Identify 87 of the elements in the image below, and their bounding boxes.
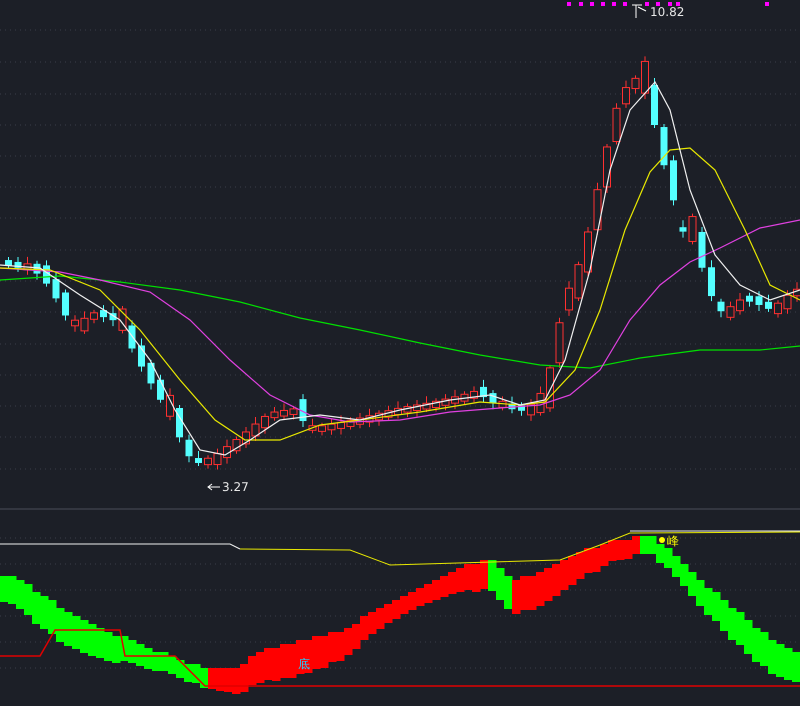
candlestick xyxy=(223,439,231,464)
candlestick xyxy=(356,412,364,429)
candlestick xyxy=(384,405,392,421)
candlestick xyxy=(252,416,260,442)
candlestick xyxy=(612,102,620,146)
candlestick xyxy=(214,448,222,470)
candlestick xyxy=(632,74,640,94)
candlestick xyxy=(110,306,116,327)
candlestick xyxy=(270,406,278,422)
candlestick xyxy=(718,298,724,318)
candlestick xyxy=(698,226,706,272)
candlestick xyxy=(5,256,12,270)
candlestick xyxy=(584,226,592,276)
candlestick xyxy=(527,398,535,422)
candlestick xyxy=(186,434,192,463)
candlestick xyxy=(651,78,658,128)
low-marker-arrow-icon xyxy=(207,484,220,490)
candlestick xyxy=(232,436,240,454)
candlestick xyxy=(413,399,421,418)
candlestick xyxy=(80,310,88,334)
bottom-label: 底 xyxy=(298,657,310,671)
candlestick xyxy=(346,416,354,430)
candlestick xyxy=(518,402,525,416)
candlestick xyxy=(157,374,164,404)
candlestick xyxy=(574,261,582,302)
candlestick xyxy=(442,394,450,411)
candlestick xyxy=(366,408,374,428)
candlestick xyxy=(746,292,753,308)
candlestick xyxy=(784,290,792,314)
low-price-label: 3.27 xyxy=(222,480,249,494)
candlestick xyxy=(195,450,202,466)
candlestick xyxy=(318,422,326,436)
candlestick xyxy=(622,80,630,108)
candlestick xyxy=(71,314,79,332)
candlestick xyxy=(680,220,686,238)
candlestick xyxy=(34,260,40,280)
candlestick xyxy=(774,300,782,318)
candlestick xyxy=(736,292,744,316)
candlestick xyxy=(756,290,762,312)
candlestick xyxy=(148,359,154,390)
candlestick xyxy=(404,403,412,418)
candlestick xyxy=(460,390,468,405)
candlestick xyxy=(432,398,440,412)
candlestick xyxy=(641,56,649,100)
candlestick xyxy=(300,394,306,428)
candlestick xyxy=(52,272,60,303)
candlestick xyxy=(556,317,564,368)
high-price-label: 10.82 xyxy=(650,5,684,19)
candlestick xyxy=(100,304,107,323)
candlestick xyxy=(726,301,734,321)
candlestick xyxy=(290,405,298,420)
candlestick xyxy=(204,454,212,470)
candlestick xyxy=(765,294,772,312)
candlestick xyxy=(166,388,174,421)
candlestick xyxy=(308,418,316,434)
candlestick xyxy=(14,256,22,272)
candlestick xyxy=(90,309,98,324)
candlestick xyxy=(128,320,136,353)
candlestick xyxy=(375,410,383,426)
candlestick xyxy=(422,396,430,413)
candlestick xyxy=(394,400,402,420)
candlestick xyxy=(565,280,573,316)
candlestick xyxy=(242,426,250,448)
candlestick xyxy=(24,256,32,276)
candlestick xyxy=(337,414,345,435)
candlestick xyxy=(280,402,288,421)
candlestick xyxy=(470,386,478,403)
candlestick xyxy=(660,124,668,170)
peak-dot-icon xyxy=(659,537,665,543)
candlestick xyxy=(176,404,183,443)
candlestick xyxy=(508,396,516,414)
candlestick xyxy=(536,386,544,416)
candlestick xyxy=(62,289,69,321)
candlestick xyxy=(451,389,459,410)
peak-label: 峰 xyxy=(667,534,679,548)
candlestick xyxy=(43,260,50,288)
candlestick xyxy=(138,338,145,372)
candlestick xyxy=(670,154,677,206)
candlestick xyxy=(261,412,269,434)
candlestick xyxy=(708,260,715,302)
candlestick xyxy=(490,390,496,410)
candlestick xyxy=(498,396,506,411)
candlestick xyxy=(603,143,611,194)
candlestick xyxy=(328,418,336,436)
candlestick xyxy=(688,213,696,245)
candlestick xyxy=(480,379,487,403)
high-marker-arrow-icon xyxy=(632,4,646,18)
